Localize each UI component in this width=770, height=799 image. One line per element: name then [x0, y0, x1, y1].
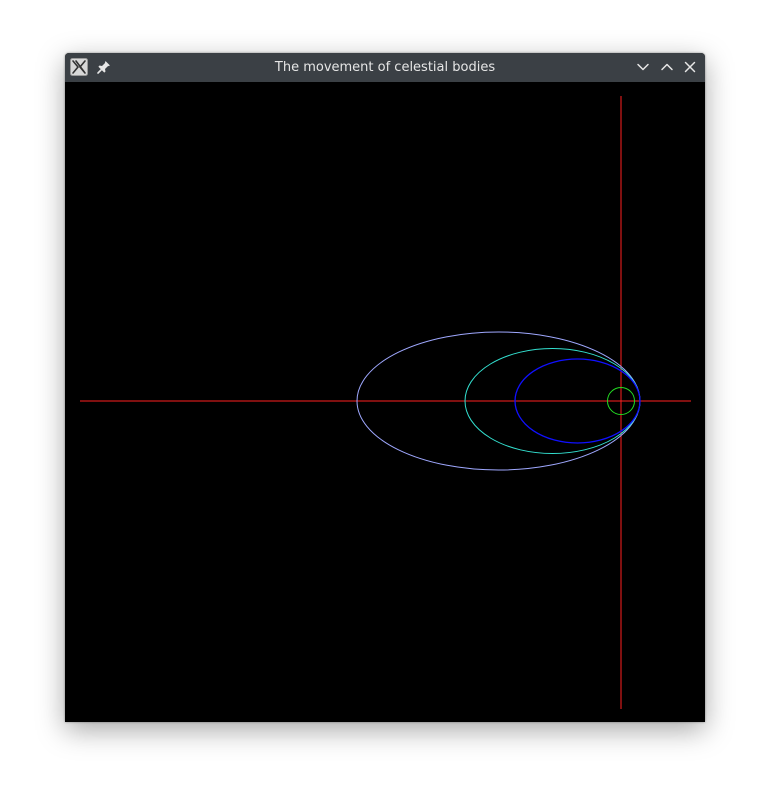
- pin-icon[interactable]: [95, 58, 113, 76]
- chevron-up-icon: [661, 63, 673, 71]
- minimize-button[interactable]: [634, 58, 652, 76]
- title-bar[interactable]: The movement of celestial bodies: [65, 53, 705, 82]
- close-button[interactable]: [681, 58, 699, 76]
- chevron-down-icon: [637, 63, 649, 71]
- orbit-plot: [65, 82, 705, 722]
- maximize-button[interactable]: [658, 58, 676, 76]
- canvas-background: [65, 82, 705, 722]
- x11-app-icon[interactable]: [70, 58, 88, 76]
- app-window: The movement of celestial bodies: [65, 53, 705, 722]
- desktop: The movement of celestial bodies: [0, 0, 770, 799]
- window-title: The movement of celestial bodies: [274, 60, 496, 75]
- simulation-canvas[interactable]: [65, 82, 705, 722]
- close-icon: [684, 61, 696, 73]
